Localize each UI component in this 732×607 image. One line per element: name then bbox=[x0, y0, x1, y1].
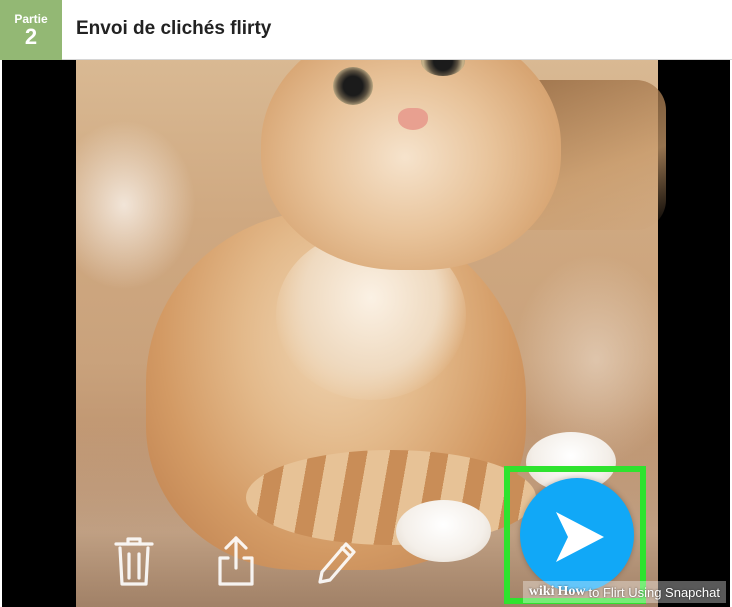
send-arrow-icon bbox=[556, 512, 604, 562]
kitten-nose bbox=[398, 108, 428, 130]
wikihow-watermark: wiki How to Flirt Using Snapchat bbox=[522, 581, 726, 603]
kitten-head bbox=[261, 60, 561, 270]
section-title: Envoi de clichés flirty bbox=[76, 18, 272, 39]
kitten-paw bbox=[396, 500, 491, 562]
trash-icon[interactable] bbox=[112, 534, 156, 588]
part-number: 2 bbox=[24, 23, 38, 49]
kitten-eye-left bbox=[333, 67, 373, 105]
kitten-tail bbox=[246, 450, 536, 545]
watermark-wiki: wiki bbox=[528, 584, 555, 599]
watermark-title: to Flirt Using Snapchat bbox=[588, 584, 720, 600]
part-badge: Partie 2 bbox=[0, 0, 62, 60]
pencil-icon[interactable] bbox=[314, 534, 358, 588]
watermark-how: How bbox=[557, 584, 586, 599]
share-icon[interactable] bbox=[214, 534, 258, 588]
send-button[interactable] bbox=[520, 478, 634, 592]
background-light bbox=[76, 120, 196, 290]
step-image: wiki How to Flirt Using Snapchat bbox=[2, 60, 730, 607]
step-header: Partie 2 Envoi de clichés flirty bbox=[0, 0, 732, 60]
